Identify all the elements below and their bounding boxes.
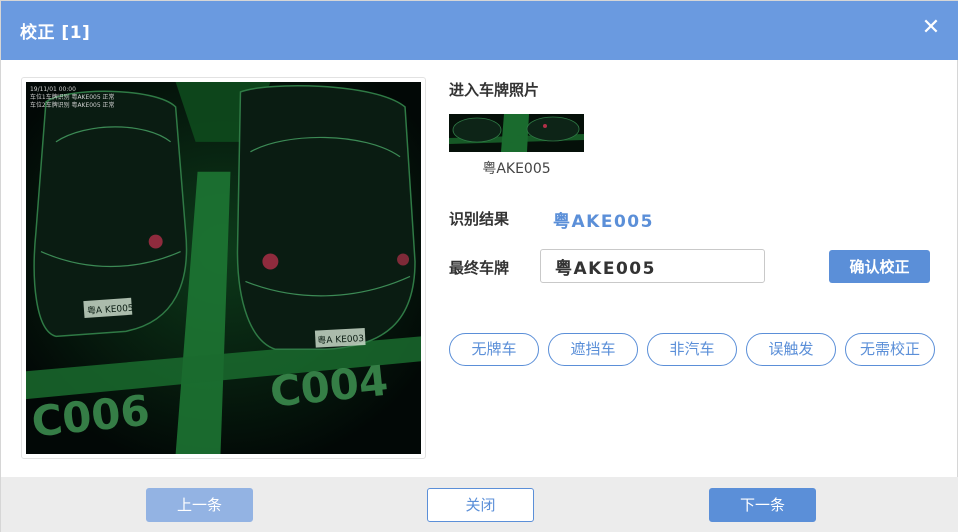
previous-button[interactable]: 上一条 — [146, 488, 253, 522]
close-button[interactable]: 关闭 — [427, 488, 534, 522]
non-car-option[interactable]: 非汽车 — [647, 333, 737, 366]
confirm-correction-button[interactable]: 确认校正 — [829, 250, 930, 283]
capture-photo-frame: 粤A KE005 粤A KE003 C006 C004 19/11/01 00:… — [21, 77, 426, 459]
entry-photo-heading: 进入车牌照片 — [449, 81, 540, 99]
false-trigger-option[interactable]: 误触发 — [746, 333, 836, 366]
next-button[interactable]: 下一条 — [709, 488, 816, 522]
recognition-value: 粤AKE005 — [553, 212, 654, 232]
dialog-title: 校正 [1] — [20, 23, 91, 43]
correction-dialog: 校正 [1] ✕ 粤A KE005 粤A KE003 C006 C004 19/… — [0, 0, 958, 532]
capture-photo: 粤A KE005 粤A KE003 C006 C004 19/11/01 00:… — [26, 82, 421, 454]
final-plate-label: 最终车牌 — [449, 259, 510, 277]
photo-overlay-line-3: 车位2车牌识别 粤AKE005 正常 — [30, 101, 115, 109]
blocked-plate-option[interactable]: 遮挡车 — [548, 333, 638, 366]
dialog-titlebar: 校正 [1] ✕ — [1, 1, 958, 60]
entry-photo-thumbnail[interactable] — [449, 114, 584, 152]
photo-overlay-line-1: 19/11/01 00:00 — [30, 86, 76, 93]
entry-photo-caption: 粤AKE005 — [482, 161, 551, 177]
no-correction-option[interactable]: 无需校正 — [845, 333, 935, 366]
no-plate-option[interactable]: 无牌车 — [449, 333, 539, 366]
recognition-label: 识别结果 — [449, 210, 510, 228]
photo-overlay-line-2: 车位1车牌识别 粤AKE005 正常 — [30, 93, 115, 101]
close-icon[interactable]: ✕ — [919, 16, 943, 40]
final-plate-input[interactable] — [540, 249, 765, 283]
